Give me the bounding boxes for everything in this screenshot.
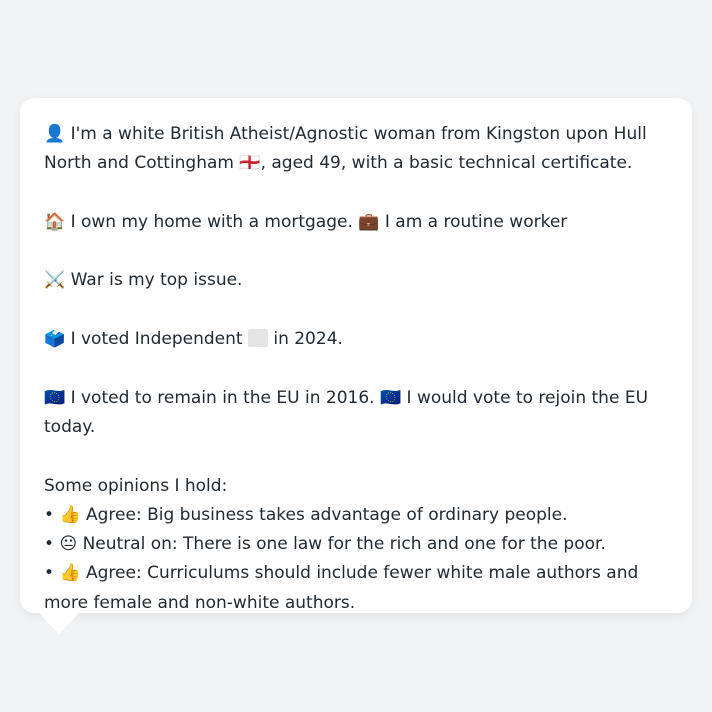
housing-text: I own my home with a mortgage.	[70, 211, 353, 232]
vote-line: 🗳️ I voted Independent in 2024.	[44, 325, 674, 354]
grey-square-icon	[247, 329, 268, 348]
identity-text-end: , aged 49, with a basic technical certif…	[260, 153, 633, 174]
bullet: •	[44, 563, 55, 584]
opinion-text: Agree: Big business takes advantage of o…	[86, 504, 568, 525]
eu-flag-icon: 🇪🇺	[379, 387, 402, 408]
bullet: •	[44, 534, 55, 555]
work-text: I am a routine worker	[384, 211, 568, 232]
house-icon: 🏠	[44, 211, 66, 232]
issue-text: War is my top issue.	[70, 270, 243, 291]
speech-bubble-tail	[38, 612, 80, 634]
thumbs-up-icon: 👍	[59, 563, 81, 584]
neutral-face-icon: 😐	[59, 534, 78, 555]
opinion-text: Neutral on: There is one law for the ric…	[82, 534, 606, 555]
england-flag-icon: 🏴󠁧󠁢󠁥󠁮󠁧󠁿	[239, 153, 261, 174]
bullet: •	[44, 504, 55, 525]
thumbs-up-icon: 👍	[59, 504, 81, 525]
housing-line: 🏠 I own my home with a mortgage. 💼 I am …	[44, 208, 674, 237]
opinion-item: • 👍 Agree: Curriculums should include fe…	[44, 559, 674, 618]
person-icon: 👤	[44, 124, 66, 144]
issue-line: ⚔️ War is my top issue.	[44, 266, 674, 295]
opinion-item: • 👍 Agree: Big business takes advantage …	[44, 501, 674, 530]
opinion-item: • 😐 Neutral on: There is one law for the…	[44, 530, 674, 559]
eu-remain-text: I voted to remain in the EU in 2016.	[70, 387, 375, 408]
vote-text: I voted Independent	[70, 329, 243, 350]
persona-card: 👤 I'm a white British Atheist/Agnostic w…	[20, 98, 692, 613]
eu-line: 🇪🇺 I voted to remain in the EU in 2016. …	[44, 384, 674, 443]
ballot-box-icon: 🗳️	[44, 329, 66, 350]
identity-line: 👤 I'm a white British Atheist/Agnostic w…	[44, 120, 674, 179]
eu-flag-icon: 🇪🇺	[44, 387, 66, 408]
opinions-heading: Some opinions I hold:	[44, 475, 228, 496]
opinion-text: Agree: Curriculums should include fewer …	[44, 563, 639, 613]
crossed-swords-icon: ⚔️	[44, 270, 66, 291]
vote-year-text: in 2024.	[273, 329, 343, 350]
briefcase-icon: 💼	[358, 211, 380, 232]
